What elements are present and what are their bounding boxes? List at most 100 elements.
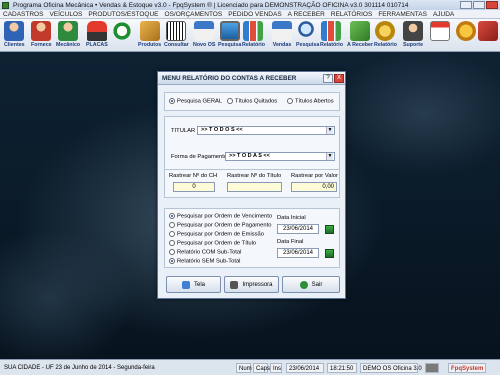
status-indicator (425, 363, 439, 373)
calendar-icon[interactable] (325, 225, 334, 234)
toolbar-a-receber-button[interactable]: A Receber (347, 21, 373, 51)
menu-relatorios[interactable]: RELATÓRIOS (331, 11, 372, 18)
dialog-close-button[interactable]: X (334, 74, 344, 83)
calendar-icon[interactable] (325, 249, 334, 258)
close-window-button[interactable] (486, 1, 498, 9)
monitor-icon (181, 280, 190, 289)
printer-icon (230, 280, 239, 289)
toolbar-relatorio-os-button[interactable]: Relatório (242, 21, 265, 51)
data-final-label: Data Final (277, 239, 304, 245)
radio-ordem-pagamento[interactable]: Pesquisar por Ordem de Pagamento (169, 222, 271, 229)
forma-pagamento-select[interactable]: >> T O D A S << ▼ (225, 152, 335, 161)
toolbar-pesquisa-vendas-button[interactable]: Pesquisa (296, 21, 319, 51)
data-inicial-input[interactable]: 23/06/2014 (277, 224, 319, 234)
rastrear-ch-input[interactable]: 0 (173, 182, 215, 192)
app-icon (2, 1, 9, 9)
titular-select[interactable]: >> T O D O S << ▼ (197, 126, 335, 135)
toolbar-placas-button[interactable]: PLACAS (86, 21, 108, 51)
status-bar: SUA CIDADE - UF 23 de Junho de 2014 - Se… (0, 359, 500, 375)
gold-icon (456, 21, 476, 41)
radio-icon (169, 231, 175, 237)
radio-com-subtotal[interactable]: Relatório COM Sub-Total (169, 249, 241, 256)
impressora-button[interactable]: Impressora (224, 276, 279, 293)
radio-selected-icon (169, 258, 175, 264)
toolbar-calendar-button[interactable] (430, 21, 450, 51)
radio-titulos-quitados[interactable]: Títulos Quitados (227, 98, 277, 105)
toolbar-produtos-button[interactable]: Produtos (138, 21, 161, 51)
menu-pedido-vendas[interactable]: PEDIDO VENDAS (228, 11, 281, 18)
menu-cadastros[interactable]: CADASTROS (3, 11, 43, 18)
shop-icon (194, 21, 215, 41)
sair-button[interactable]: Sair (282, 276, 340, 293)
toolbar-exit-button[interactable] (478, 21, 498, 51)
chevron-down-icon: ▼ (326, 153, 333, 160)
menu-ferramentas[interactable]: FERRAMENTAS (378, 11, 427, 18)
toolbar-relatorio-receber-button[interactable]: Relatório (374, 21, 397, 51)
people-icon (58, 21, 79, 41)
exit-icon (299, 280, 308, 289)
shop-icon (272, 21, 292, 41)
coins-icon (375, 21, 396, 41)
status-demo: DEMO OS Oficina 3.0 (360, 363, 422, 373)
rastrear-titulo-label: Rastrear Nº do Título (227, 173, 282, 179)
chart-icon (321, 21, 342, 41)
radio-ordem-vencimento[interactable]: Pesquisar por Ordem de Vencimento (169, 213, 272, 220)
radio-ordem-titulo[interactable]: Pesquisar por Ordem de Título (169, 240, 256, 247)
data-inicial-label: Data Inicial (277, 215, 306, 221)
toolbar-consultar-button[interactable]: Consultar (164, 21, 189, 51)
radio-titulos-abertos[interactable]: Títulos Abertos (287, 98, 334, 105)
radio-selected-icon (169, 98, 175, 104)
toolbar-fornece-button[interactable]: Fornece (31, 21, 52, 51)
calendar-icon (430, 21, 450, 41)
radio-icon (227, 98, 233, 104)
tela-button[interactable]: Tela (166, 276, 221, 293)
window-controls (460, 1, 498, 9)
status-num: Num (236, 363, 252, 373)
titular-label: TITULAR (171, 128, 196, 134)
menu-os-orcamentos[interactable]: OS/ORÇAMENTOS (165, 11, 223, 18)
toolbar-pesquisa-os-button[interactable]: Pesquisa (218, 21, 241, 51)
status-ins: Ins (270, 363, 282, 373)
toolbar-vendas-button[interactable]: Vendas (272, 21, 292, 51)
people-icon (31, 21, 52, 41)
menu-veiculos[interactable]: VEÍCULOS (49, 11, 82, 18)
order-panel: Pesquisar por Ordem de Vencimento Pesqui… (164, 208, 340, 268)
radio-icon (169, 240, 175, 246)
dialog-title: MENU RELATÓRIO DO CONTAS A RECEBER (162, 74, 297, 82)
data-final-input[interactable]: 23/06/2014 (277, 248, 319, 258)
toolbar-mecanico-button[interactable]: Mecânico (56, 21, 80, 51)
minimize-button[interactable] (460, 1, 472, 9)
toolbar-suporte-button[interactable]: Suporte (403, 21, 423, 51)
rastrear-panel: Rastrear Nº do CH 0 Rastrear Nº do Títul… (164, 169, 340, 198)
toolbar-clientes-button[interactable]: Clientes (4, 21, 25, 51)
radio-icon (287, 98, 293, 104)
lens-icon (297, 21, 318, 41)
menu-produtos-estoque[interactable]: PRODUTOS/ESTOQUE (88, 11, 158, 18)
radio-icon (169, 249, 175, 255)
status-caps: Caps (253, 363, 270, 373)
menu-ajuda[interactable]: AJUDA (433, 11, 454, 18)
forma-pagamento-label: Forma de Pagamento (171, 154, 228, 160)
rastrear-ch-label: Rastrear Nº do CH (169, 173, 218, 179)
barcode-icon (166, 21, 187, 41)
monitor-icon (219, 21, 240, 41)
help-button[interactable]: ? (323, 74, 333, 83)
maximize-button[interactable] (473, 1, 485, 9)
report-dialog: MENU RELATÓRIO DO CONTAS A RECEBER ? X P… (157, 71, 346, 299)
toolbar-relatorio-vendas-button[interactable]: Relatório (320, 21, 343, 51)
rastrear-valor-input[interactable]: 0,00 (291, 182, 337, 192)
radio-selected-icon (169, 213, 175, 219)
status-time: 18:21:50 (327, 363, 357, 373)
radio-ordem-emissao[interactable]: Pesquisar por Ordem de Emissão (169, 231, 264, 238)
toolbar-novo-os-button[interactable]: Novo OS (193, 21, 215, 51)
clock-icon (112, 21, 132, 41)
radio-sem-subtotal[interactable]: Relatório SEM Sub-Total (169, 258, 240, 265)
toolbar-gold-button[interactable] (456, 21, 476, 51)
menu-a-receber[interactable]: A RECEBER (288, 11, 325, 18)
toolbar-clock-button[interactable] (112, 21, 132, 51)
radio-pesquisa-geral[interactable]: Pesquisa GERAL (169, 98, 222, 105)
rastrear-titulo-input[interactable] (227, 182, 282, 192)
window-title: Programa Oficina Mecânica • Vendas & Est… (13, 1, 409, 9)
money-icon (350, 21, 370, 41)
status-city-date: SUA CIDADE - UF 23 de Junho de 2014 - Se… (4, 365, 155, 371)
